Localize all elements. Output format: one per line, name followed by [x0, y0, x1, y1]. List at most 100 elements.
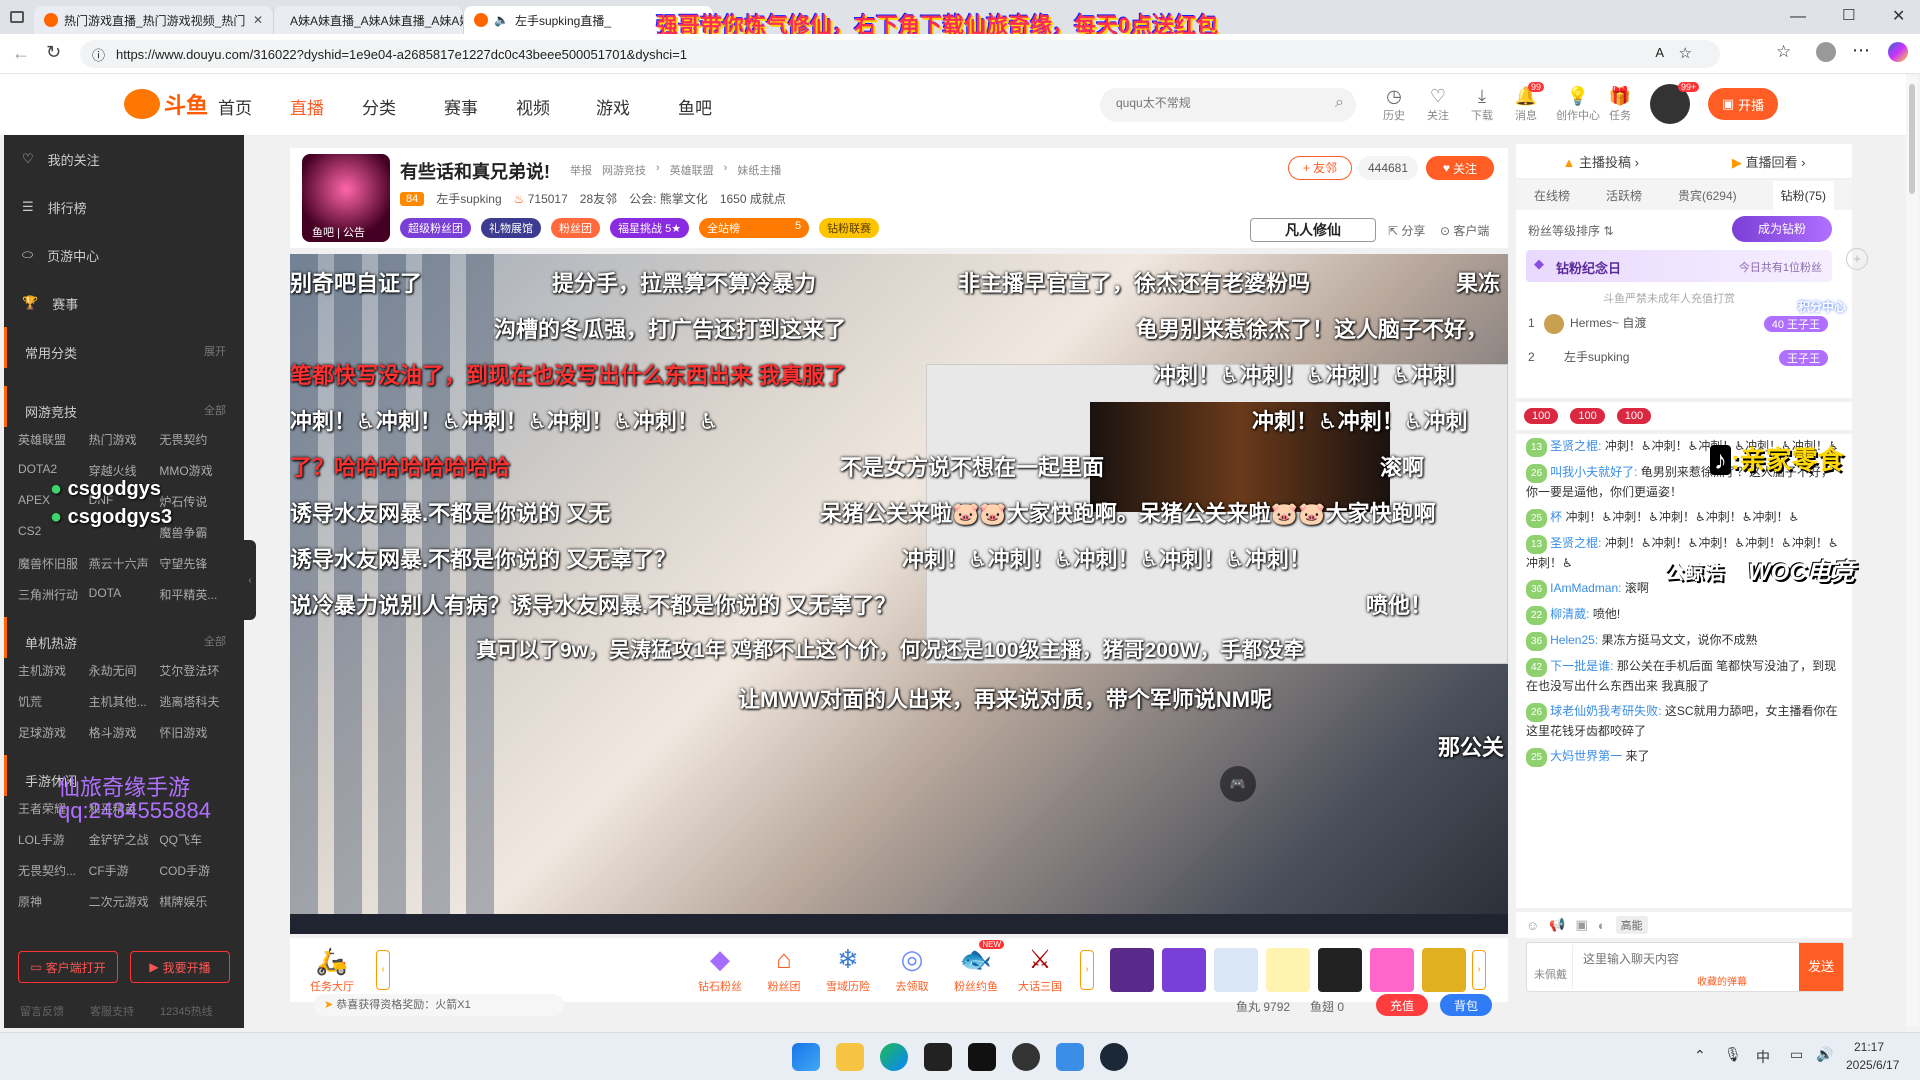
steam-icon[interactable]	[1100, 1043, 1128, 1071]
ime-indicator[interactable]: 中	[1756, 1047, 1770, 1067]
recharge-button[interactable]: 充值	[1376, 994, 1428, 1016]
close-tab-icon[interactable]: ✕	[253, 13, 263, 27]
edge-icon[interactable]	[880, 1043, 908, 1071]
fans-club-tag[interactable]: 粉丝团	[551, 218, 600, 238]
network-icon[interactable]: ▭	[1790, 1046, 1803, 1063]
share-button[interactable]: ⇱ 分享	[1388, 222, 1425, 239]
category-link[interactable]: 主机其他...	[89, 693, 160, 710]
category-link[interactable]: 饥荒	[18, 693, 89, 710]
profile-icon[interactable]	[1816, 42, 1836, 62]
category-link[interactable]: 艾尔登法环	[159, 662, 230, 679]
sidebar-item-webgame[interactable]: ⬭ 页游中心	[4, 231, 244, 279]
creator-center-link[interactable]: 💡 创作中心	[1554, 86, 1602, 123]
mic-icon[interactable]: 🎙	[1724, 1046, 1742, 1063]
category-link[interactable]: 守望先锋	[159, 555, 230, 572]
category-link[interactable]: 足球游戏	[18, 724, 89, 741]
minimize-button[interactable]: —	[1790, 8, 1806, 26]
host-name[interactable]: 左手supking	[436, 190, 501, 207]
gift-scroll-left[interactable]: ‹	[376, 950, 390, 990]
host-submit-link[interactable]: ▲ 主播投稿 ›	[1562, 152, 1638, 171]
douyu-logo[interactable]: 斗鱼	[124, 88, 208, 120]
category-link[interactable]: 三角洲行动	[18, 586, 89, 603]
sidebar-item-follow[interactable]: ♡ 我的关注	[4, 135, 244, 183]
client-open-button[interactable]: ▭ 客户端打开	[18, 951, 118, 983]
sidebar-item-rank[interactable]: ☰ 排行榜	[4, 183, 244, 231]
category-link[interactable]: 无畏契约	[159, 431, 230, 448]
crumb-2[interactable]: 英雄联盟	[670, 162, 714, 178]
replay-link[interactable]: ▶ 直播回看 ›	[1732, 152, 1806, 171]
nav-video[interactable]: 视频	[516, 94, 550, 119]
message-link[interactable]: 🔔 消息 99	[1506, 82, 1546, 123]
emoji-icon[interactable]: ☺	[1526, 918, 1539, 933]
report-link[interactable]: 举报	[570, 162, 592, 178]
task-link[interactable]: 🎁 任务	[1600, 86, 1640, 123]
add-friend-button[interactable]: + 友邻	[1288, 156, 1352, 180]
gift-icon[interactable]	[1318, 948, 1362, 992]
start-icon[interactable]	[792, 1043, 820, 1071]
gift-scroll-right[interactable]: ›	[1080, 950, 1094, 990]
fan-icon[interactable]: ▣	[1575, 917, 1587, 933]
copilot-icon[interactable]	[1888, 42, 1908, 62]
nav-events[interactable]: 赛事	[444, 94, 478, 119]
category-link[interactable]: 逃离塔科夫	[159, 693, 230, 710]
bag-button[interactable]: 背包	[1440, 994, 1492, 1016]
refresh-icon[interactable]: ↻	[46, 42, 61, 63]
score-center-badge[interactable]: 积分中心	[1796, 298, 1848, 342]
follow-link[interactable]: ♡ 关注	[1418, 86, 1458, 123]
gift-item[interactable]: ◆ 钻石粉丝	[690, 944, 750, 994]
send-button[interactable]: 发送	[1799, 943, 1843, 991]
sort-label[interactable]: 粉丝等级排序 ⇅	[1528, 222, 1613, 239]
clock-date[interactable]: 2025/6/17	[1846, 1058, 1899, 1072]
category-link[interactable]: DOTA	[89, 586, 160, 603]
host-avatar[interactable]: 鱼吧 | 公告	[302, 154, 390, 242]
category-link[interactable]: LOL手游	[18, 831, 89, 848]
chat-app-icon[interactable]	[1056, 1043, 1084, 1071]
category-link[interactable]: QQ飞车	[159, 831, 230, 848]
client-button[interactable]: ⊙ 客户端	[1440, 222, 1489, 239]
gift-icon[interactable]	[1110, 948, 1154, 992]
open-live-button[interactable]: ▣ 开播	[1708, 88, 1778, 120]
mini-score-badge[interactable]: 100	[1570, 408, 1605, 424]
fuxing-tag[interactable]: 福星挑战 5★	[610, 218, 690, 238]
unbadge-toggle[interactable]: 未佩戴	[1529, 945, 1573, 989]
tray-chevron-icon[interactable]: ⌃	[1694, 1047, 1706, 1064]
favorites-icon[interactable]: ☆	[1776, 42, 1791, 62]
category-link[interactable]: 热门游戏	[89, 431, 160, 448]
gift-icon[interactable]	[1266, 948, 1310, 992]
video-player[interactable]: 🎮 别奇吧自证了 提分手，拉黑算不算冷暴力 非主播早官宣了，徐杰还有老婆粉吗 果…	[290, 254, 1508, 934]
scrollbar-thumb[interactable]	[1909, 84, 1915, 194]
category-link[interactable]: 二次元游戏	[89, 893, 160, 910]
site-info-icon[interactable]: ⓘ	[92, 45, 105, 64]
friends-count[interactable]: 28友邻	[580, 190, 617, 207]
sidebar-common-categories[interactable]: 常用分类 展开	[4, 327, 244, 368]
url-field[interactable]: ⓘ https://www.douyu.com/316022?dyshid=1e…	[80, 40, 1720, 68]
fanren-banner[interactable]: 凡人修仙	[1250, 218, 1376, 242]
hot-button[interactable]: 高能	[1615, 916, 1648, 934]
mini-score-badge[interactable]: 100	[1524, 408, 1559, 424]
go-live-button[interactable]: ▶ 我要开播	[130, 951, 230, 983]
gift-item[interactable]: ⌂ 粉丝团	[754, 944, 814, 994]
category-link[interactable]: 怀旧游戏	[159, 724, 230, 741]
game-app-icon[interactable]	[1012, 1043, 1040, 1071]
favorite-star-icon[interactable]: ☆	[1679, 44, 1692, 62]
tab-online[interactable]: 在线榜	[1534, 187, 1570, 204]
category-link[interactable]: COD手游	[159, 862, 230, 879]
download-link[interactable]: ⤓ 下载	[1462, 86, 1502, 123]
crumb-3[interactable]: 妹纸主播	[737, 162, 781, 178]
collected-danmaku[interactable]: 收藏的弹幕	[1697, 973, 1747, 988]
horn-icon[interactable]: 📢	[1549, 917, 1565, 933]
rank-row[interactable]: 2 左手supking 王子王	[1528, 348, 1828, 372]
more-menu-icon[interactable]: ⋯	[1852, 40, 1870, 61]
category-link[interactable]: 原神	[18, 893, 89, 910]
tab-vip[interactable]: 贵宾(6294)	[1678, 187, 1737, 204]
gift-item[interactable]: ❄ 雪域历险	[818, 944, 878, 994]
clock-time[interactable]: 21:17	[1854, 1040, 1884, 1054]
category-link[interactable]: 棋牌娱乐	[159, 893, 230, 910]
gift-icon[interactable]	[1214, 948, 1258, 992]
window-menu-icon[interactable]	[0, 0, 34, 34]
search-input[interactable]	[1116, 96, 1316, 110]
gift-icon[interactable]	[1370, 948, 1414, 992]
category-link[interactable]: 魔兽怀旧服	[18, 555, 89, 572]
guild-info[interactable]: 公会: 熊掌文化	[629, 190, 708, 207]
category-link[interactable]: 和平精英...	[159, 586, 230, 603]
